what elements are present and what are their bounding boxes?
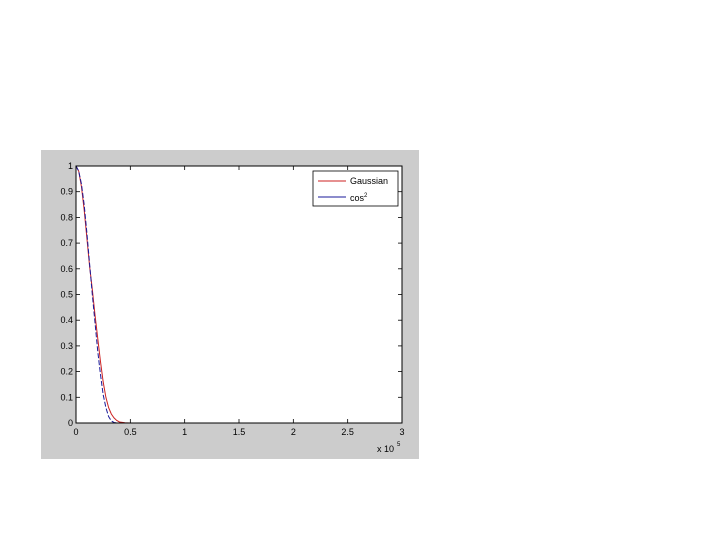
y-tick-label: 0.4: [60, 315, 73, 325]
legend-label-cos2-base: cos: [350, 193, 365, 203]
legend-label-gaussian: Gaussian: [350, 176, 388, 186]
chart-svg: 0 0.5 1 1.5 2 2.5 3 0 0.1 0.2 0.3 0.4 0.5 0.6 0.7 0.8 0.…: [41, 150, 419, 459]
y-tick-label: 0: [68, 418, 73, 428]
y-tick-label: 0.2: [60, 367, 73, 377]
y-tick-label: 0.7: [60, 238, 73, 248]
x-tick-label: 3: [399, 427, 404, 437]
y-tick-label: 0.1: [60, 392, 73, 402]
legend: Gaussian cos2: [312, 170, 399, 207]
y-tick-label: 0.8: [60, 212, 73, 222]
y-tick-label: 0.6: [60, 264, 73, 274]
y-tick-label: 0.3: [60, 341, 73, 351]
chart-figure: 0 0.5 1 1.5 2 2.5 3 0 0.1 0.2 0.3 0.4 0.5 0.6 0.7 0.8 0.…: [41, 150, 419, 459]
x-tick-label: 1.5: [233, 427, 246, 437]
x-tick-label: 2.5: [341, 427, 354, 437]
x-multiplier-text: x 10: [377, 444, 394, 454]
x-tick-label: 2: [291, 427, 296, 437]
x-tick-label: 1: [182, 427, 187, 437]
x-tick-label: 0: [73, 427, 78, 437]
y-tick-label: 1: [68, 161, 73, 171]
x-tick-label: 0.5: [124, 427, 137, 437]
y-tick-label: 0.9: [60, 187, 73, 197]
y-tick-label: 0.5: [60, 290, 73, 300]
